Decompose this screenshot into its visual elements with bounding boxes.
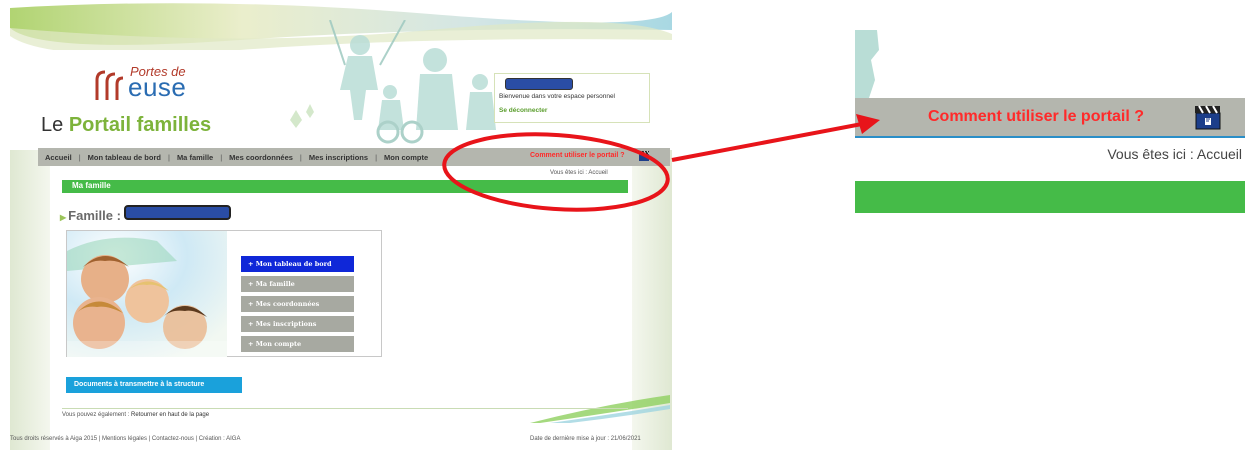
logo-pictogram-icon xyxy=(95,70,124,100)
back-to-top-prefix: Vous pouvez également : xyxy=(62,412,132,418)
footer-update-date: Date de dernière mise à jour : 21/06/202… xyxy=(530,436,641,442)
nav-item-accueil[interactable]: Accueil xyxy=(38,153,79,162)
zoomed-breadcrumb: Vous êtes ici : Accueil xyxy=(1107,146,1242,162)
logo-large-text: euse xyxy=(128,72,187,102)
zoomed-help-link[interactable]: Comment utiliser le portail ? xyxy=(928,108,1144,126)
menu-button-compte[interactable]: + Mon compte xyxy=(241,336,354,352)
nav-item-tableau-de-bord[interactable]: Mon tableau de bord xyxy=(81,153,168,162)
redacted-username xyxy=(505,78,573,90)
nav-item-inscriptions[interactable]: Mes inscriptions xyxy=(302,153,375,162)
redacted-family-name xyxy=(124,205,231,220)
breadcrumb: Vous êtes ici : Accueil xyxy=(550,170,608,176)
side-menu: + Mon tableau de bord + Ma famille + Mes… xyxy=(241,256,354,356)
main-navigation: Accueil | Mon tableau de bord | Ma famil… xyxy=(38,148,670,166)
nav-item-ma-famille[interactable]: Ma famille xyxy=(170,153,220,162)
menu-button-tableau-de-bord[interactable]: + Mon tableau de bord xyxy=(241,256,354,272)
clapperboard-icon[interactable] xyxy=(638,150,650,162)
nav-item-compte[interactable]: Mon compte xyxy=(377,153,435,162)
zoomed-inset: Comment utiliser le portail ? Vous êtes … xyxy=(855,30,1245,220)
family-label: Famille : xyxy=(68,208,121,223)
content-divider xyxy=(62,408,628,409)
zoomed-section-header xyxy=(855,181,1245,213)
logout-link[interactable]: Se déconnecter xyxy=(499,107,547,114)
menu-button-ma-famille[interactable]: + Ma famille xyxy=(241,276,354,292)
portal-screenshot: Portes de euse Le Portail familles Bienv… xyxy=(10,0,672,450)
help-link[interactable]: Comment utiliser le portail ? xyxy=(530,152,625,159)
footer-swoosh xyxy=(530,395,670,423)
site-title-highlight: Portail familles xyxy=(68,114,212,136)
children-photo xyxy=(67,231,227,357)
nav-item-coordonnees[interactable]: Mes coordonnées xyxy=(222,153,300,162)
menu-button-inscriptions[interactable]: + Mes inscriptions xyxy=(241,316,354,332)
site-title: Le Portail familles xyxy=(41,114,211,137)
family-heading: ▶ Famille : xyxy=(60,208,121,223)
annotation-arrow-shaft xyxy=(671,122,863,162)
menu-button-coordonnees[interactable]: + Mes coordonnées xyxy=(241,296,354,312)
composite-image: Portes de euse Le Portail familles Bienv… xyxy=(0,0,1255,450)
documents-button[interactable]: Documents à transmettre à la structure xyxy=(66,377,242,393)
back-to-top-link[interactable]: Retourner en haut de la page xyxy=(131,412,209,418)
triangle-bullet-icon: ▶ xyxy=(60,213,67,222)
footer-links[interactable]: Tous droits réservés à Aiga 2015 | Menti… xyxy=(10,436,240,442)
background-left-gradient xyxy=(10,150,50,450)
dashboard-card: + Mon tableau de bord + Ma famille + Mes… xyxy=(66,230,382,357)
zoomed-navigation-bar: Comment utiliser le portail ? xyxy=(855,98,1245,138)
silhouette-fragment xyxy=(855,30,879,98)
clapperboard-icon[interactable] xyxy=(1193,103,1223,131)
back-to-top-line: Vous pouvez également : Retourner en hau… xyxy=(62,412,209,418)
section-title: Ma famille xyxy=(72,181,111,190)
section-header: Ma famille xyxy=(62,180,628,193)
welcome-text: Bienvenue dans votre espace personnel xyxy=(499,93,615,100)
site-title-prefix: Le xyxy=(41,114,69,136)
family-silhouettes-illustration xyxy=(290,20,496,144)
user-welcome-box: Bienvenue dans votre espace personnel Se… xyxy=(494,73,650,123)
